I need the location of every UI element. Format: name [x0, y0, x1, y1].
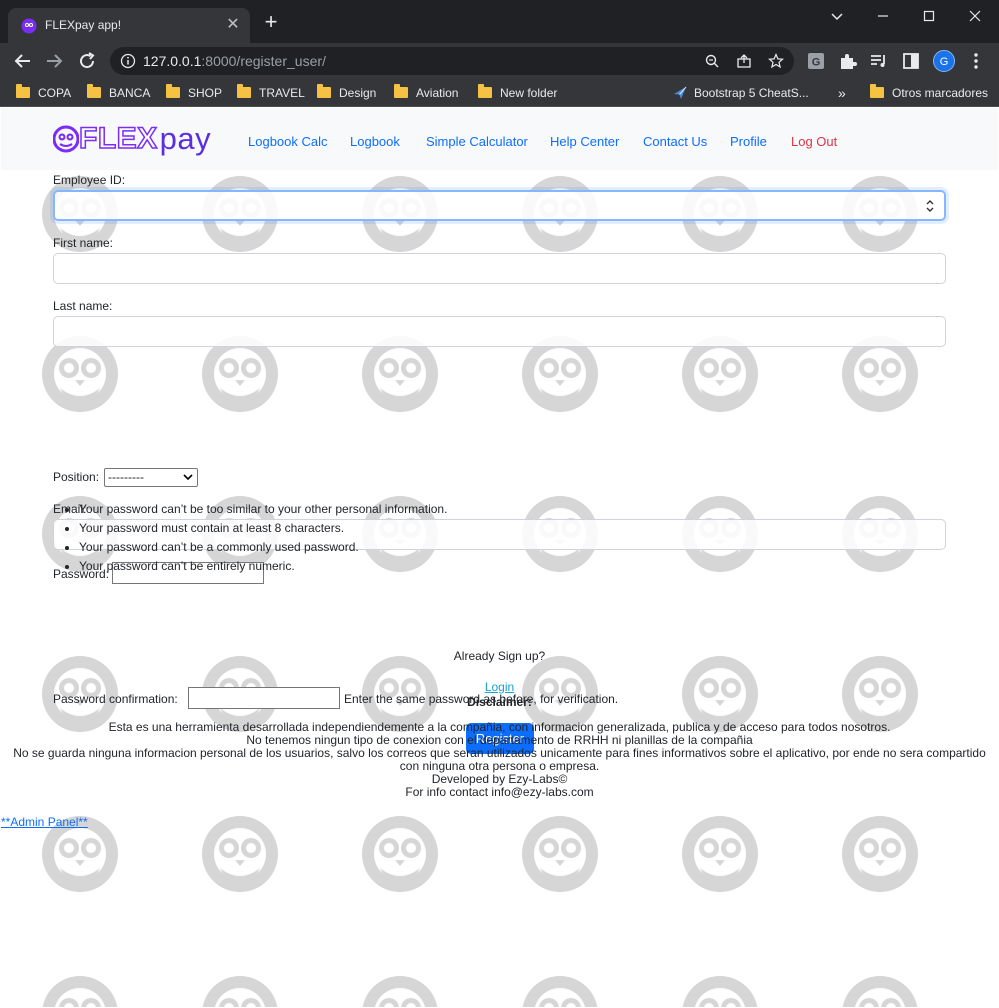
position-selected-value: ---------	[108, 470, 144, 484]
nav-simple-calculator[interactable]: Simple Calculator	[426, 134, 528, 149]
site-navbar: FLEX pay Logbook Calc Logbook Simple Cal…	[1, 108, 998, 170]
nav-log-out[interactable]: Log Out	[791, 134, 837, 149]
extensions-puzzle-icon[interactable]	[836, 49, 860, 73]
share-icon[interactable]	[736, 53, 752, 69]
bookmark-label: Bootstrap 5 CheatS...	[694, 86, 809, 100]
back-icon[interactable]	[11, 49, 35, 73]
bookmark-new-folder[interactable]: New folder	[478, 84, 557, 102]
folder-icon	[317, 84, 331, 98]
number-spinner-icon[interactable]	[925, 198, 935, 214]
folder-icon	[166, 84, 180, 98]
nav-contact-us[interactable]: Contact Us	[643, 134, 707, 149]
bookmark-shop[interactable]: SHOP	[166, 84, 222, 102]
address-bar[interactable]: 127.0.0.1:8000/register_user/	[110, 47, 794, 75]
url-path: :8000/register_user/	[201, 53, 326, 69]
login-link-wrap: Login	[1, 680, 998, 694]
disclaimer-title: Disclaimer:	[467, 695, 532, 709]
password-help-item: Your password must contain at least 8 ch…	[79, 519, 447, 538]
close-window-icon[interactable]	[952, 0, 998, 32]
more-bookmarks-icon[interactable]: »	[838, 84, 846, 102]
contact-info: For info contact info@ezy-labs.com	[405, 785, 594, 799]
extension-g-icon[interactable]: G	[804, 49, 828, 73]
bookmark-copa[interactable]: COPA	[16, 84, 71, 102]
page-viewport: FLEX pay Logbook Calc Logbook Simple Cal…	[1, 108, 998, 1007]
reload-icon[interactable]	[75, 49, 99, 73]
browser-menu-icon[interactable]	[964, 49, 988, 73]
tab-close-icon[interactable]: ✕	[224, 16, 242, 34]
site-info-icon[interactable]	[120, 53, 136, 69]
svg-text:G: G	[812, 57, 821, 69]
nav-logbook[interactable]: Logbook	[350, 134, 400, 149]
bookmark-label: Otros marcadores	[892, 86, 989, 100]
first-name-input[interactable]	[53, 253, 946, 284]
login-link[interactable]: Login	[485, 680, 514, 694]
last-name-label: Last name:	[53, 299, 113, 313]
last-name-input[interactable]	[53, 316, 946, 347]
bookmark-star-icon[interactable]	[768, 53, 784, 69]
side-panel-icon[interactable]	[899, 49, 923, 73]
url-text: 127.0.0.1:8000/register_user/	[143, 53, 326, 69]
folder-icon	[237, 84, 251, 98]
flexpay-favicon-icon	[21, 18, 37, 34]
bootstrap-cheatsheet-icon	[674, 86, 687, 99]
browser-toolbar: 127.0.0.1:8000/register_user/ G G	[0, 43, 999, 79]
disclaimer-line: No se guarda ninguna informacion persona…	[13, 746, 986, 773]
bookmark-bootstrap[interactable]: Bootstrap 5 CheatS...	[672, 84, 809, 102]
tab-search-icon[interactable]	[814, 0, 860, 32]
password-help-item: Your password can’t be entirely numeric.	[79, 557, 447, 576]
bookmark-label: Design	[339, 86, 377, 100]
password-help-list: Your password can’t be too similar to yo…	[79, 500, 447, 576]
disclaimer-text: Esta es una herramienta desarrollada ind…	[1, 721, 998, 799]
browser-tabstrip: FLEXpay app! ✕ +	[0, 0, 999, 43]
chevron-down-icon	[183, 474, 193, 481]
folder-icon	[16, 84, 30, 98]
new-tab-icon[interactable]: +	[260, 11, 282, 34]
position-label: Position:	[53, 470, 100, 484]
bookmark-label: New folder	[500, 86, 558, 100]
employee-id-label: Employee ID:	[53, 173, 126, 187]
browser-tab[interactable]: FLEXpay app! ✕	[8, 8, 250, 43]
bookmark-label: SHOP	[188, 86, 223, 100]
folder-icon	[478, 84, 492, 98]
url-host: 127.0.0.1	[143, 53, 202, 69]
nav-profile[interactable]: Profile	[730, 134, 767, 149]
brand-pay-text: pay	[159, 121, 212, 156]
maximize-icon[interactable]	[906, 0, 952, 32]
tab-title: FLEXpay app!	[45, 18, 122, 32]
bookmark-otros-marcadores[interactable]: Otros marcadores	[870, 84, 988, 102]
bookmark-banca[interactable]: BANCA	[87, 84, 150, 102]
folder-icon	[394, 84, 408, 98]
folder-icon	[870, 84, 884, 98]
bookmark-design[interactable]: Design	[317, 84, 376, 102]
flexpay-logo[interactable]: FLEX pay	[53, 121, 212, 156]
password-help-item: Your password can’t be a commonly used p…	[79, 538, 447, 557]
admin-panel-link[interactable]: **Admin Panel**	[1, 815, 88, 829]
bookmark-label: Aviation	[416, 86, 459, 100]
bookmark-label: BANCA	[109, 86, 151, 100]
bookmark-aviation[interactable]: Aviation	[394, 84, 458, 102]
position-select[interactable]: ---------	[104, 468, 198, 487]
media-control-icon[interactable]	[867, 49, 891, 73]
nav-logbook-calc[interactable]: Logbook Calc	[248, 134, 328, 149]
minimize-icon[interactable]	[860, 0, 906, 32]
profile-avatar[interactable]: G	[933, 50, 955, 72]
nav-help-center[interactable]: Help Center	[550, 134, 619, 149]
first-name-label: First name:	[53, 236, 114, 250]
employee-id-input[interactable]	[53, 190, 946, 221]
bookmark-label: COPA	[38, 86, 72, 100]
owl-logo-icon	[53, 125, 79, 153]
brand-flex-text: FLEX	[78, 121, 158, 156]
bookmark-label: TRAVEL	[259, 86, 305, 100]
bookmark-travel[interactable]: TRAVEL	[237, 84, 305, 102]
password-help-item: Your password can’t be too similar to yo…	[79, 500, 447, 519]
zoom-icon[interactable]	[704, 53, 720, 69]
folder-icon	[87, 84, 101, 98]
already-signed-text: Already Sign up?	[453, 649, 546, 663]
bookmarks-bar: COPA BANCA SHOP TRAVEL Design Aviation N…	[0, 79, 999, 179]
forward-icon[interactable]	[42, 49, 66, 73]
